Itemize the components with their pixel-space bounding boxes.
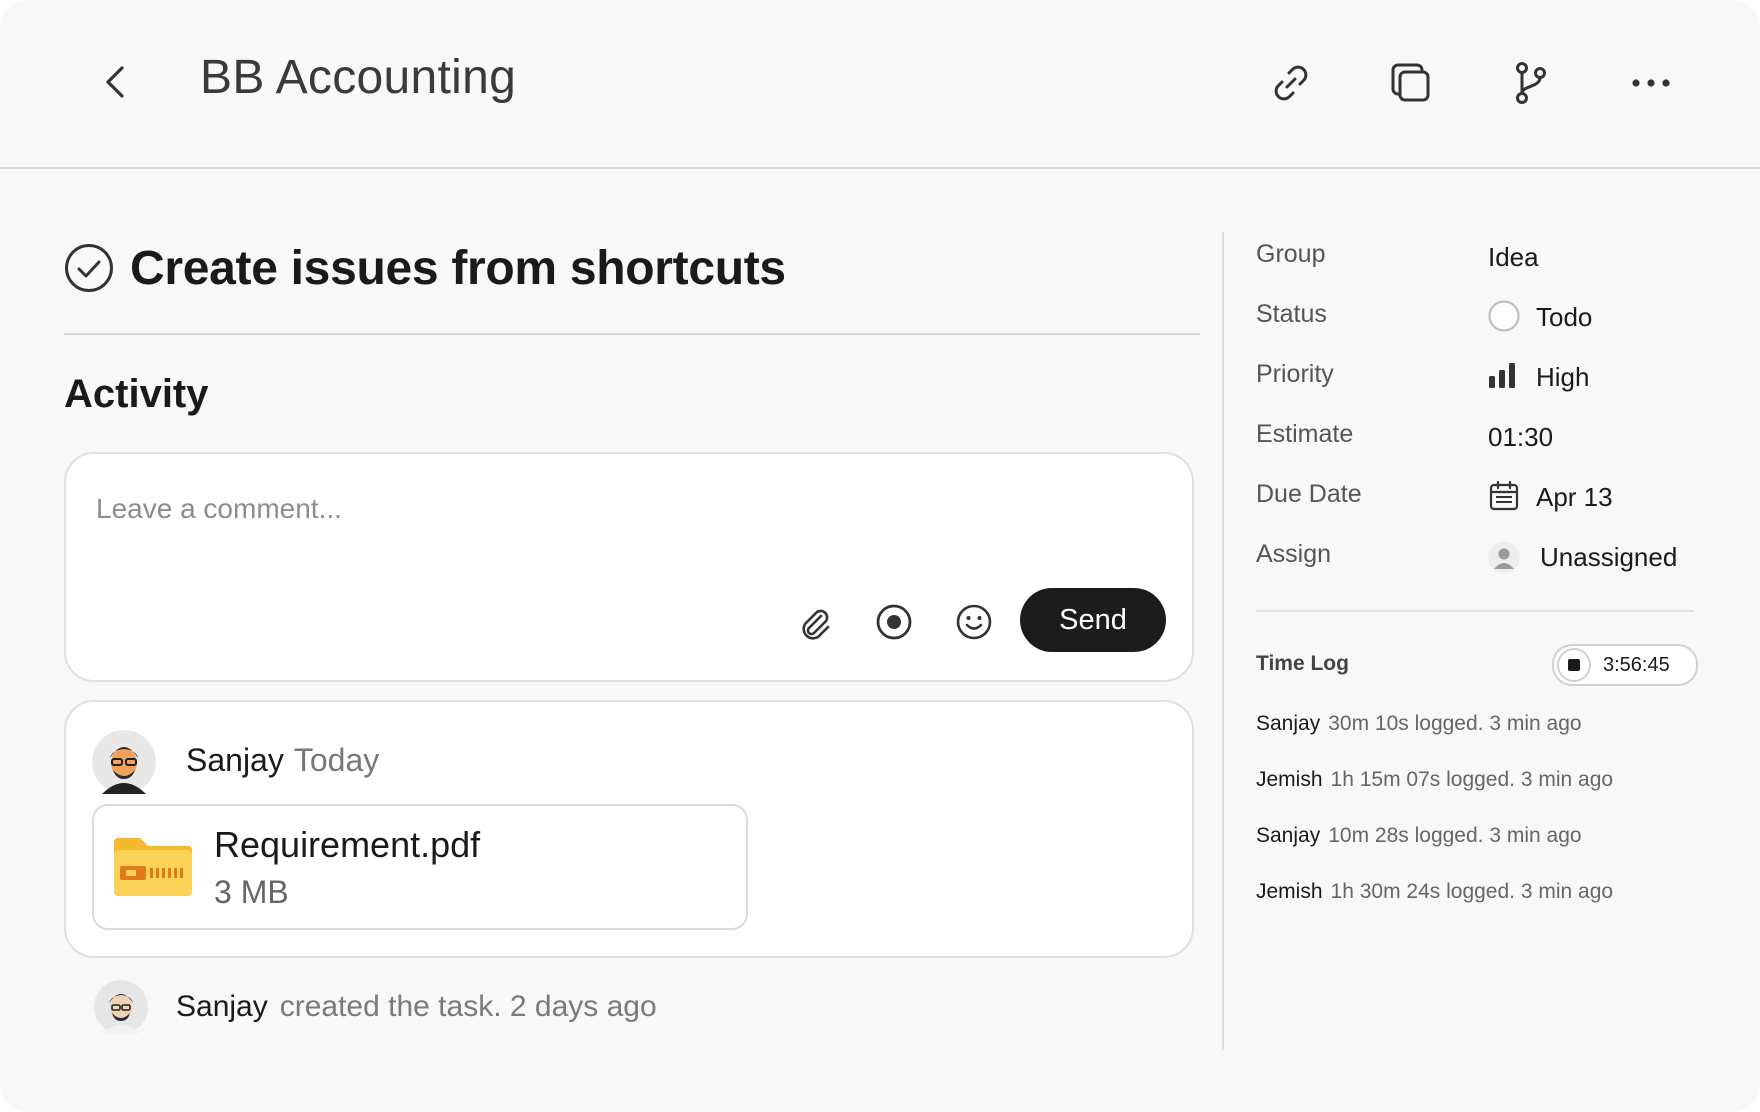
header-bar: BB Accounting — [0, 0, 1760, 169]
branch-icon[interactable] — [1506, 58, 1556, 108]
attachment-icon[interactable] — [794, 602, 834, 642]
record-icon[interactable] — [874, 602, 914, 642]
log-entry: Jemish 1h 15m 07s logged. 3 min ago — [1256, 768, 1613, 792]
assign-value[interactable]: Unassigned — [1540, 542, 1677, 573]
timer-control[interactable]: 3:56:45 — [1552, 644, 1698, 686]
avatar — [92, 730, 156, 794]
priority-label: Priority — [1256, 360, 1334, 388]
log-user: Sanjay — [1256, 712, 1321, 735]
copy-icon[interactable] — [1386, 58, 1436, 108]
file-size: 3 MB — [214, 874, 289, 910]
activity-entry: Sanjay Today Requirement.pdf 3 MB — [64, 700, 1194, 958]
send-button[interactable]: Send — [1020, 588, 1166, 652]
stop-icon[interactable] — [1557, 648, 1591, 682]
status-circle-icon — [1488, 300, 1520, 332]
user-placeholder-icon — [1488, 542, 1520, 574]
log-entry: Sanjay 30m 10s logged. 3 min ago — [1256, 712, 1582, 736]
assign-label: Assign — [1256, 540, 1332, 568]
group-value[interactable]: Idea — [1488, 242, 1539, 273]
priority-value[interactable]: High — [1536, 362, 1589, 393]
log-detail: 10m 28s logged. 3 min ago — [1328, 824, 1582, 847]
log-user: Jemish — [1256, 880, 1323, 903]
timer-value: 3:56:45 — [1603, 653, 1670, 676]
emoji-icon[interactable] — [954, 602, 994, 642]
time-log-label: Time Log — [1256, 652, 1349, 675]
avatar — [94, 980, 148, 1034]
due-date-value[interactable]: Apr 13 — [1536, 482, 1613, 513]
log-user: Jemish — [1256, 768, 1323, 791]
due-date-label: Due Date — [1256, 480, 1362, 508]
log-detail: 30m 10s logged. 3 min ago — [1328, 712, 1582, 735]
panel-section-divider — [1256, 610, 1694, 612]
log-entry: Sanjay 10m 28s logged. 3 min ago — [1256, 824, 1582, 848]
check-circle-icon[interactable] — [64, 243, 114, 293]
created-activity: Sanjay created the task. 2 days ago — [94, 980, 657, 1034]
entry-author: Sanjay — [186, 742, 284, 778]
status-value[interactable]: Todo — [1536, 302, 1592, 333]
link-icon[interactable] — [1266, 58, 1316, 108]
file-attachment[interactable]: Requirement.pdf 3 MB — [92, 804, 748, 930]
created-text: created the task. 2 days ago — [279, 990, 657, 1023]
group-label: Group — [1256, 240, 1326, 268]
zip-folder-icon — [114, 838, 192, 896]
entry-author-line: Sanjay Today — [186, 742, 379, 779]
app-title: BB Accounting — [200, 51, 517, 104]
log-user: Sanjay — [1256, 824, 1321, 847]
priority-bars-icon — [1489, 363, 1515, 388]
task-title: Create issues from shortcuts — [130, 241, 786, 295]
created-author: Sanjay — [176, 990, 268, 1023]
comment-input[interactable] — [94, 488, 1098, 530]
file-name: Requirement.pdf — [214, 824, 481, 865]
task-title-row: Create issues from shortcuts — [64, 238, 786, 298]
title-divider — [64, 333, 1200, 335]
log-detail: 1h 15m 07s logged. 3 min ago — [1330, 768, 1614, 791]
estimate-value[interactable]: 01:30 — [1488, 422, 1553, 453]
app-window: BB Accounting Create issues from shortcu… — [0, 0, 1760, 1112]
estimate-label: Estimate — [1256, 420, 1354, 448]
back-icon[interactable] — [94, 60, 138, 104]
more-icon[interactable] — [1626, 58, 1676, 108]
status-label: Status — [1256, 300, 1327, 328]
calendar-icon — [1489, 480, 1519, 511]
log-entry: Jemish 1h 30m 24s logged. 3 min ago — [1256, 880, 1613, 904]
activity-heading: Activity — [64, 372, 209, 416]
entry-time: Today — [293, 742, 380, 778]
log-detail: 1h 30m 24s logged. 3 min ago — [1330, 880, 1614, 903]
comment-box: Send — [64, 452, 1194, 682]
panel-divider — [1222, 232, 1224, 1050]
